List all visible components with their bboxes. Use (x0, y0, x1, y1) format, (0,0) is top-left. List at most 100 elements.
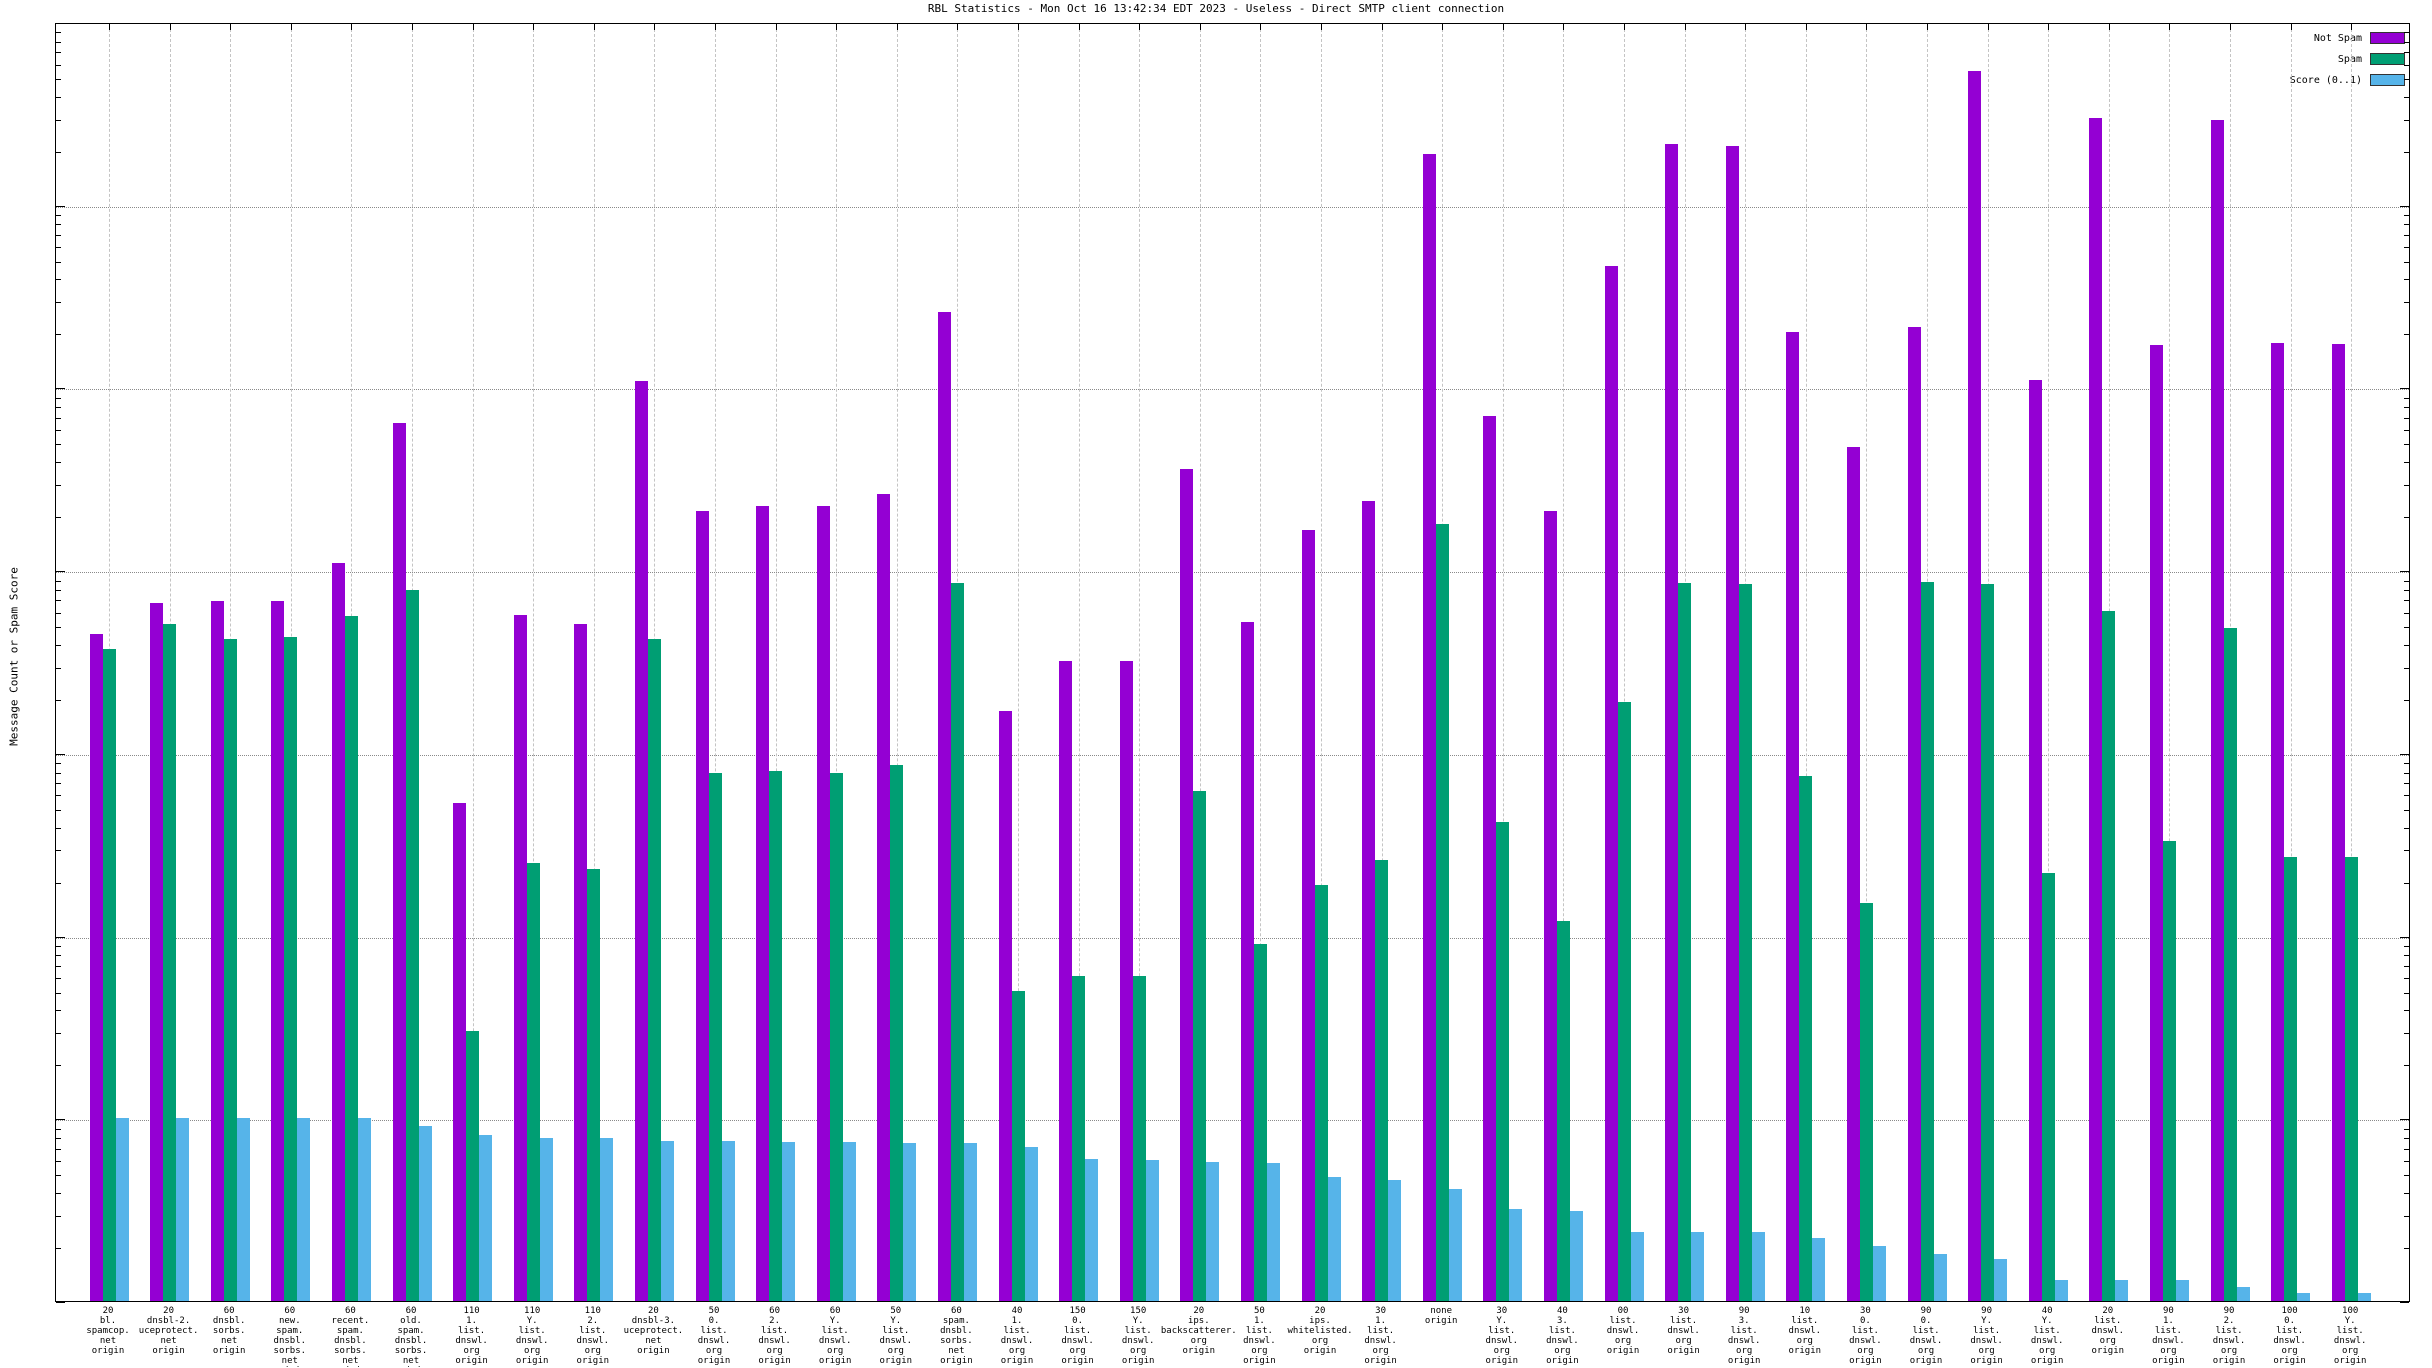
x-tick-label: 60 old. spam. dnsbl. sorbs. net origin (395, 1306, 428, 1368)
x-tick-label: 100 0. list. dnswl. org origin (2273, 1306, 2306, 1366)
bar-not-spam (2271, 343, 2284, 1301)
bar-not-spam (817, 506, 830, 1301)
top-tick (2291, 24, 2292, 30)
x-tick-label: 20 bl. spamcop. net origin (86, 1306, 129, 1356)
bar-spam (1375, 860, 1388, 1301)
y-minor-tick-left (56, 773, 61, 774)
bar-spam (2224, 628, 2237, 1301)
y-major-tick-left (56, 388, 65, 389)
top-tick (2109, 24, 2110, 30)
y-minor-tick-left (56, 334, 61, 335)
y-minor-tick-left (56, 1065, 61, 1066)
bar-score-0-1- (1631, 1232, 1644, 1301)
top-tick (109, 24, 110, 30)
y-minor-tick-left (56, 883, 61, 884)
x-tick-label: 150 0. list. dnswl. org origin (1061, 1306, 1094, 1366)
y-minor-tick-left (56, 613, 61, 614)
bar-score-0-1- (1206, 1162, 1219, 1301)
top-tick (1139, 24, 1140, 30)
y-minor-tick-left (56, 795, 61, 796)
bar-not-spam (696, 511, 709, 1301)
y-minor-tick-left (56, 418, 61, 419)
top-tick (533, 24, 534, 30)
y-minor-tick-left (56, 946, 61, 947)
bar-score-0-1- (1025, 1147, 1038, 1301)
y-minor-tick-right (2404, 215, 2409, 216)
y-minor-tick-left (56, 462, 61, 463)
bar-score-0-1- (1146, 1160, 1159, 1301)
bar-spam (951, 583, 964, 1301)
bar-not-spam (332, 563, 345, 1301)
bar-spam (2102, 611, 2115, 1301)
y-minor-tick-right (2404, 978, 2409, 979)
bar-spam (1133, 976, 1146, 1301)
top-tick (1503, 24, 1504, 30)
bar-spam (890, 765, 903, 1301)
bar-score-0-1- (782, 1142, 795, 1301)
y-minor-tick-left (56, 1161, 61, 1162)
x-tick-label: 30 1. list. dnswl. org origin (1364, 1306, 1397, 1366)
y-minor-tick-right (2404, 1193, 2409, 1194)
y-minor-tick-left (56, 52, 61, 53)
y-major-tick-left (56, 754, 65, 755)
y-major-tick-right (2400, 1302, 2409, 1303)
x-tick-label: 90 2. list. dnswl. org origin (2213, 1306, 2246, 1366)
x-tick-label: 20 list. dnswl. org origin (2092, 1306, 2125, 1356)
bar-spam (406, 590, 419, 1301)
top-tick (1563, 24, 1564, 30)
bar-spam (1799, 776, 1812, 1301)
bar-spam (1193, 791, 1206, 1301)
y-minor-tick-left (56, 955, 61, 956)
bar-not-spam (1605, 266, 1618, 1301)
x-tick-label: 40 Y. list. dnswl. org origin (2031, 1306, 2064, 1366)
y-major-tick-right (2400, 937, 2409, 938)
y-minor-tick-left (56, 668, 61, 669)
y-minor-tick-left (56, 42, 61, 43)
y-minor-tick-right (2404, 1065, 2409, 1066)
y-minor-tick-right (2404, 302, 2409, 303)
chart-title: RBL Statistics - Mon Oct 16 13:42:34 EDT… (0, 2, 2432, 15)
y-minor-tick-left (56, 700, 61, 701)
y-major-tick-left (56, 937, 65, 938)
bar-score-0-1- (2115, 1280, 2128, 1301)
y-minor-tick-right (2404, 773, 2409, 774)
bar-spam (1436, 524, 1449, 1301)
bar-spam (2345, 857, 2358, 1301)
top-tick (1079, 24, 1080, 30)
legend: Not SpamSpamScore (0..1) (2290, 32, 2405, 95)
y-major-tick-right (2400, 571, 2409, 572)
y-minor-tick-left (56, 1010, 61, 1011)
top-tick (2048, 24, 2049, 30)
y-minor-tick-right (2404, 152, 2409, 153)
bar-not-spam (211, 601, 224, 1301)
bar-spam (345, 616, 358, 1301)
x-tick-label: 90 1. list. dnswl. org origin (2152, 1306, 2185, 1366)
bar-spam (1315, 885, 1328, 1301)
y-minor-tick-right (2404, 795, 2409, 796)
y-minor-tick-right (2404, 32, 2409, 33)
y-minor-tick-left (56, 1175, 61, 1176)
y-minor-tick-right (2404, 828, 2409, 829)
y-minor-tick-left (56, 993, 61, 994)
x-tick-label: 20 dnsbl-3. uceprotect. net origin (624, 1306, 684, 1356)
legend-swatch-not-spam (2370, 32, 2405, 44)
y-minor-tick-right (2404, 993, 2409, 994)
legend-swatch-score-0-1- (2370, 74, 2405, 86)
bar-not-spam (999, 711, 1012, 1301)
bar-spam (163, 624, 176, 1301)
y-minor-tick-right (2404, 850, 2409, 851)
bar-spam (224, 639, 237, 1301)
bar-spam (1739, 584, 1752, 1301)
y-minor-tick-right (2404, 485, 2409, 486)
bar-score-0-1- (1085, 1159, 1098, 1301)
y-minor-tick-right (2404, 334, 2409, 335)
bar-score-0-1- (1752, 1232, 1765, 1301)
top-tick (1927, 24, 1928, 30)
bar-score-0-1- (964, 1143, 977, 1301)
bar-score-0-1- (843, 1142, 856, 1301)
x-tick-label: 50 1. list. dnswl. org origin (1243, 1306, 1276, 1366)
legend-swatch-spam (2370, 53, 2405, 65)
bar-spam (1678, 583, 1691, 1301)
y-major-tick-right (2400, 23, 2409, 24)
bar-not-spam (938, 312, 951, 1301)
